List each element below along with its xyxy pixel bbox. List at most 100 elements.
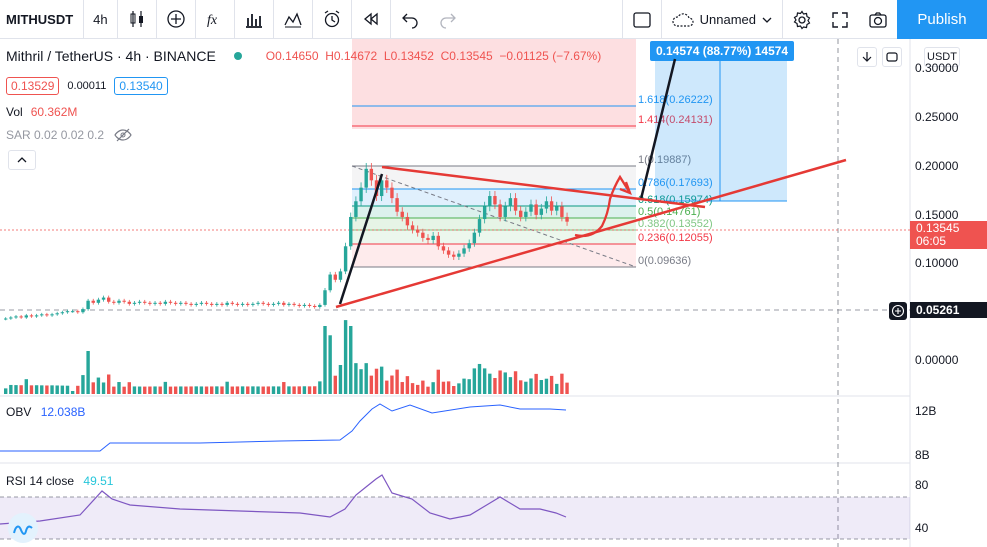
candle-body — [534, 204, 538, 215]
settings-button[interactable] — [782, 0, 821, 39]
volume-bar — [282, 382, 286, 394]
publish-button[interactable]: Publish — [897, 0, 987, 39]
chart-style-button[interactable] — [118, 0, 157, 39]
volume-bar — [482, 368, 487, 394]
volume-bar — [446, 381, 451, 394]
ask-button[interactable]: 0.13540 — [114, 77, 168, 95]
reset-scale-button[interactable] — [882, 47, 902, 67]
obv-label[interactable]: OBV — [6, 405, 31, 419]
volume-bar — [555, 383, 559, 394]
crosshair-add-button[interactable] — [889, 302, 907, 320]
candle-body — [560, 206, 564, 217]
redo-button[interactable] — [429, 0, 467, 39]
templates-button[interactable] — [274, 0, 313, 39]
scroll-down-button[interactable] — [857, 47, 877, 67]
candle-body — [45, 314, 49, 316]
volume-bar — [349, 326, 353, 394]
volume-bar — [565, 382, 569, 394]
crosshair-price-badge: 0.05261 — [910, 302, 987, 318]
bar-countdown: 06:05 — [916, 234, 947, 248]
replay-button[interactable] — [352, 0, 391, 39]
fullscreen-button[interactable] — [821, 0, 859, 39]
candle-body — [349, 216, 353, 247]
volume-bar — [34, 385, 39, 394]
symbol-search[interactable]: MITHUSDT — [0, 0, 85, 39]
bid-ask-row: 0.13529 0.00011 0.13540 — [6, 77, 168, 95]
volume-bar — [343, 320, 348, 394]
candle-body — [565, 216, 569, 222]
volume-bar — [101, 382, 106, 394]
volume-bars — [4, 320, 569, 394]
collapse-legend-button[interactable] — [8, 150, 36, 170]
candle-body — [503, 206, 507, 217]
candle-body — [313, 305, 317, 307]
rsi-label[interactable]: RSI 14 close — [6, 474, 74, 488]
camera-icon — [869, 11, 887, 28]
candle-body — [173, 302, 178, 304]
volume-bar — [385, 380, 389, 394]
bar-chart-icon — [245, 14, 262, 28]
templates-icon — [284, 12, 302, 28]
position-label: 0.14574 (88.77%) 14574 — [656, 44, 788, 58]
candle-body — [482, 206, 487, 220]
volume-bar — [338, 365, 343, 394]
candle-body — [91, 300, 95, 303]
long-position-tool[interactable]: 0.14574 (88.77%) 14574 — [650, 41, 794, 202]
candle-body — [457, 253, 461, 257]
alert-button[interactable] — [313, 0, 352, 39]
volume-bar — [524, 381, 528, 394]
candle-body — [472, 232, 477, 244]
volume-bar — [55, 385, 59, 394]
volume-bar — [462, 378, 466, 394]
layout-name: Unnamed — [699, 12, 756, 27]
candle-body — [400, 211, 404, 217]
price-tick: 0.25000 — [915, 110, 959, 124]
rsi-value: 49.51 — [83, 474, 114, 488]
interval-button[interactable]: 4h — [84, 0, 118, 39]
volume-bar — [215, 386, 219, 394]
candle-body — [153, 302, 157, 304]
snapshot-button[interactable] — [859, 0, 897, 39]
select-layout-button[interactable] — [621, 0, 661, 39]
candle-body — [549, 201, 554, 211]
chart-canvas[interactable]: 1.618(0.26222) 1.414(0.24131) 1(0.19887)… — [0, 39, 987, 547]
eye-off-icon[interactable] — [114, 128, 132, 142]
candle-body — [4, 318, 8, 320]
legend-title[interactable]: Mithril / TetherUS · 4h · BINANCE — [6, 48, 216, 64]
candle-body — [364, 168, 368, 188]
volume-bar — [189, 386, 193, 394]
chevron-up-icon — [17, 157, 27, 163]
volume-bar — [534, 373, 538, 394]
indicators-button[interactable]: fx — [196, 0, 235, 39]
bid-button[interactable]: 0.13529 — [6, 77, 60, 95]
volume-bar — [405, 376, 410, 394]
financials-button[interactable] — [235, 0, 274, 39]
volume-bar — [14, 385, 18, 394]
volume-bar — [50, 385, 54, 394]
volume-bar — [276, 386, 281, 394]
layout-menu[interactable]: Unnamed — [660, 0, 782, 39]
candle-body — [544, 201, 549, 209]
arrow-down-icon — [862, 52, 872, 62]
volume-bar — [390, 375, 394, 394]
ohlc-values: O0.14650 H0.14672 L0.13452 C0.13545 −0.0… — [266, 49, 601, 63]
candle-body — [29, 315, 34, 317]
candle-body — [446, 250, 451, 255]
tradingview-logo[interactable] — [8, 513, 38, 543]
volume-bar — [76, 385, 80, 394]
ohlc-change: −0.01125 (−7.67%) — [499, 49, 602, 63]
candle-body — [70, 311, 75, 313]
candle-body — [359, 187, 363, 202]
candle-body — [462, 248, 466, 254]
compare-button[interactable] — [157, 0, 196, 39]
vol-label: Vol — [6, 105, 23, 119]
candle-body — [395, 198, 399, 212]
undo-button[interactable] — [391, 0, 429, 39]
candle-body — [101, 297, 106, 300]
candle-body — [184, 302, 188, 304]
candle-body — [441, 246, 446, 251]
candle-body — [467, 243, 471, 249]
candle-body — [179, 302, 183, 304]
candle-body — [86, 300, 90, 310]
volume-bar — [266, 386, 271, 394]
